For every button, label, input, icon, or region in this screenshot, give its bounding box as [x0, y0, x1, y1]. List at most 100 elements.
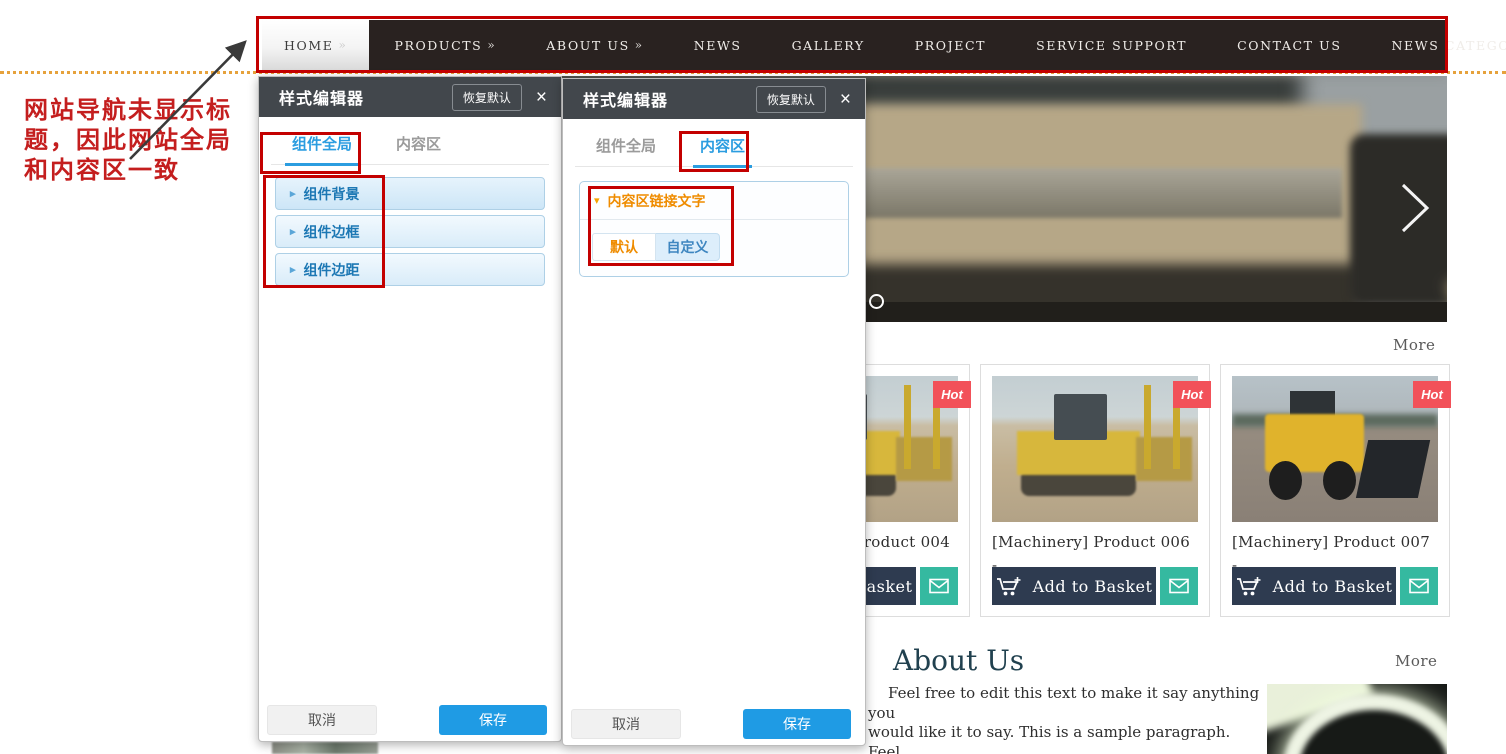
collapsed-arrow-icon: ▸ [290, 263, 296, 276]
cart-plus-icon [1236, 576, 1263, 597]
accordion-item-content-link-text[interactable]: ▾ 内容区链接文字 [580, 182, 848, 220]
enquiry-envelope-button[interactable] [1160, 567, 1198, 605]
accordion-item-component-border[interactable]: ▸ 组件边框 [275, 215, 545, 248]
cancel-button[interactable]: 取消 [571, 709, 681, 739]
product-photo [992, 376, 1198, 522]
nav-item-news-category-01[interactable]: NEWS CATEGORY 01 [1366, 20, 1506, 70]
panel-header: 样式编辑器 恢复默认 × [259, 77, 561, 117]
nav-item-label: NEWS [694, 38, 742, 53]
chevron-down-icon: » [635, 38, 644, 52]
nav-item-news[interactable]: NEWS [669, 20, 767, 70]
about-more-link[interactable]: More [1395, 652, 1437, 670]
panel-header: 样式编辑器 恢复默认 × [563, 79, 865, 119]
panel-footer: 取消 保存 [571, 709, 851, 739]
panel-title: 样式编辑器 [583, 87, 756, 111]
add-to-basket-button[interactable]: Add to Basket [992, 567, 1156, 605]
segment-default[interactable]: 默认 [592, 233, 656, 261]
product-actions: Add to Basket [992, 567, 1198, 605]
nav-item-label: PROJECT [915, 38, 986, 53]
accordion-expanded-section: ▾ 内容区链接文字 默认 自定义 [579, 181, 849, 277]
accordion-item-component-background[interactable]: ▸ 组件背景 [275, 177, 545, 210]
collapsed-arrow-icon: ▸ [290, 225, 296, 238]
nav-item-about-us[interactable]: ABOUT US » [521, 20, 668, 70]
tab-content-area[interactable]: 内容区 [693, 135, 752, 168]
main-navbar: HOME » PRODUCTS » ABOUT US » NEWS GALLER… [262, 20, 1446, 70]
photo-shape [1054, 394, 1108, 441]
photo-shape [1356, 440, 1430, 498]
accordion-body: 默认 自定义 [580, 220, 848, 276]
about-paragraph: Feel free to edit this text to make it s… [868, 684, 1264, 754]
photo-shape [904, 385, 911, 470]
nav-item-home[interactable]: HOME » [262, 20, 369, 70]
products-more-link[interactable]: More [1393, 336, 1435, 354]
about-paragraph-line: Feel free to edit this text to make it s… [868, 684, 1264, 723]
accordion-item-label: 组件边框 [304, 222, 360, 242]
chevron-down-icon: » [338, 38, 347, 52]
nav-item-label: CONTACT US [1237, 38, 1341, 53]
style-editor-panel-content: 样式编辑器 恢复默认 × 组件全局 内容区 ▾ 内容区链接文字 默认 自定义 取… [562, 78, 866, 746]
cart-plus-icon [996, 576, 1023, 597]
photo-shape [1269, 461, 1302, 500]
nav-item-label: SERVICE SUPPORT [1036, 38, 1187, 53]
panel-tabs: 组件全局 内容区 [271, 133, 549, 165]
photo-shape [1144, 385, 1151, 470]
photo-shape [1323, 461, 1356, 500]
enquiry-envelope-button[interactable] [1400, 567, 1438, 605]
enquiry-envelope-button[interactable] [920, 567, 958, 605]
accordion-item-label: 组件背景 [304, 184, 360, 204]
product-card-007: Hot [Machinery] Product 007 - M23456789X… [1220, 364, 1450, 617]
envelope-icon [1169, 578, 1189, 594]
nav-item-label: ABOUT US [546, 38, 629, 53]
nav-item-products[interactable]: PRODUCTS » [369, 20, 521, 70]
style-editor-panel-global: 样式编辑器 恢复默认 × 组件全局 内容区 ▸ 组件背景 ▸ 组件边框 ▸ 组件… [258, 76, 562, 742]
annotation-arrow [85, 28, 260, 173]
panel-tabs: 组件全局 内容区 [575, 135, 853, 167]
accordion-list: ▸ 组件背景 ▸ 组件边框 ▸ 组件边距 [275, 177, 545, 286]
envelope-icon [1409, 578, 1429, 594]
envelope-icon [929, 578, 949, 594]
panel-title: 样式编辑器 [279, 85, 452, 109]
product-photo [1232, 376, 1438, 522]
product-actions: Add to Basket [1232, 567, 1438, 605]
background-photo-sliver [272, 742, 378, 754]
restore-default-button[interactable]: 恢复默认 [452, 84, 522, 111]
nav-item-project[interactable]: PROJECT [890, 20, 1011, 70]
accordion-item-component-margin[interactable]: ▸ 组件边距 [275, 253, 545, 286]
about-photo [1267, 684, 1447, 754]
hot-badge: Hot [1413, 381, 1451, 408]
about-us-heading: About Us [893, 644, 1024, 677]
collapsed-arrow-icon: ▸ [290, 187, 296, 200]
segment-custom[interactable]: 自定义 [656, 233, 720, 261]
panel-footer: 取消 保存 [267, 705, 547, 735]
product-card-006: Hot [Machinery] Product 006 - M23456789X… [980, 364, 1210, 617]
hot-badge: Hot [933, 381, 971, 408]
tab-component-global[interactable]: 组件全局 [285, 133, 359, 166]
expanded-arrow-icon: ▾ [594, 194, 600, 207]
save-button[interactable]: 保存 [743, 709, 851, 739]
nav-item-label: PRODUCTS [394, 38, 482, 53]
tab-component-global[interactable]: 组件全局 [589, 135, 663, 166]
cancel-button[interactable]: 取消 [267, 705, 377, 735]
accordion-item-label: 组件边距 [304, 260, 360, 280]
nav-item-label: GALLERY [792, 38, 865, 53]
about-paragraph-line: would like it to say. This is a sample p… [868, 723, 1264, 754]
close-icon[interactable]: × [536, 88, 547, 107]
nav-item-gallery[interactable]: GALLERY [767, 20, 890, 70]
restore-default-button[interactable]: 恢复默认 [756, 86, 826, 113]
add-to-basket-label: Add to Basket [1273, 577, 1393, 596]
accordion-item-label: 内容区链接文字 [608, 191, 706, 211]
add-to-basket-label: Add to Basket [1033, 577, 1153, 596]
add-to-basket-button[interactable]: Add to Basket [1232, 567, 1396, 605]
save-button[interactable]: 保存 [439, 705, 547, 735]
nav-item-label: NEWS CATEGORY 01 [1391, 38, 1506, 53]
slider-next-arrow-icon[interactable] [1398, 180, 1434, 236]
slider-pagination-dot[interactable] [869, 294, 884, 309]
hot-badge: Hot [1173, 381, 1211, 408]
nav-item-service-support[interactable]: SERVICE SUPPORT [1011, 20, 1212, 70]
slider-photo-bucket-bar [817, 168, 1342, 218]
nav-item-contact-us[interactable]: CONTACT US [1212, 20, 1366, 70]
editor-screenshot: HOME » PRODUCTS » ABOUT US » NEWS GALLER… [0, 0, 1506, 754]
tab-content-area[interactable]: 内容区 [389, 133, 448, 164]
nav-item-label: HOME [284, 38, 333, 53]
close-icon[interactable]: × [840, 90, 851, 109]
